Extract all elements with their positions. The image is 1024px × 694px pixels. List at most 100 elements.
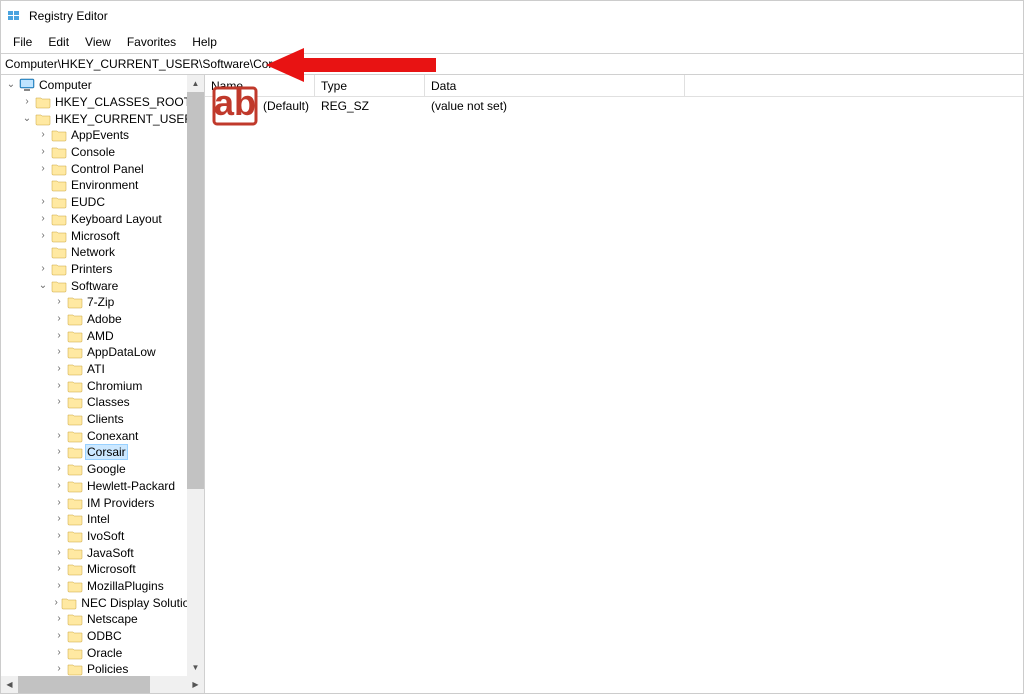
tree-node[interactable]: ›Oracle xyxy=(1,644,204,661)
tree-node[interactable]: › 7-Zip xyxy=(1,294,204,311)
chevron-right-icon[interactable]: › xyxy=(37,164,49,174)
menu-view[interactable]: View xyxy=(77,33,119,51)
tree-node[interactable]: ›Google xyxy=(1,461,204,478)
tree-vertical-scrollbar[interactable]: ▲ ▼ xyxy=(187,75,204,676)
column-header-type[interactable]: Type xyxy=(315,75,425,96)
tree-node[interactable]: ›NEC Display Solutions xyxy=(1,594,204,611)
menu-help[interactable]: Help xyxy=(184,33,225,51)
registry-tree[interactable]: ⌄Computer›HKEY_CLASSES_ROOT⌄HKEY_CURRENT… xyxy=(1,75,204,693)
tree-node[interactable]: ›JavaSoft xyxy=(1,544,204,561)
chevron-right-icon[interactable]: › xyxy=(37,197,49,207)
tree-node[interactable]: ⌄HKEY_CURRENT_USER xyxy=(1,110,204,127)
tree-node-label: Network xyxy=(69,245,117,259)
chevron-right-icon[interactable]: › xyxy=(53,447,65,457)
tree-node[interactable]: ›Keyboard Layout xyxy=(1,211,204,228)
tree-node[interactable]: ›Microsoft xyxy=(1,227,204,244)
address-input[interactable] xyxy=(1,54,1023,74)
tree-node[interactable]: ›AppDataLow xyxy=(1,344,204,361)
scroll-up-icon[interactable]: ▲ xyxy=(187,75,204,92)
address-bar xyxy=(1,53,1023,75)
tree-node[interactable]: ›Microsoft xyxy=(1,561,204,578)
chevron-right-icon[interactable]: › xyxy=(37,264,49,274)
scroll-down-icon[interactable]: ▼ xyxy=(187,659,204,676)
chevron-right-icon[interactable]: › xyxy=(53,531,65,541)
tree-node-label: Conexant xyxy=(85,429,140,443)
scroll-track[interactable] xyxy=(187,92,204,659)
chevron-right-icon[interactable]: › xyxy=(53,464,65,474)
chevron-right-icon[interactable]: › xyxy=(53,614,65,624)
tree-node-label: 7-Zip xyxy=(85,295,116,309)
tree-node[interactable]: ›AMD xyxy=(1,327,204,344)
chevron-right-icon[interactable]: › xyxy=(37,130,49,140)
tree-node[interactable]: ›Control Panel xyxy=(1,160,204,177)
chevron-right-icon[interactable]: › xyxy=(53,364,65,374)
tree-node-label: Software xyxy=(69,279,120,293)
tree-node[interactable]: ›IvoSoft xyxy=(1,528,204,545)
tree-node[interactable]: ›Adobe xyxy=(1,311,204,328)
tree-node[interactable]: › Netscape xyxy=(1,611,204,628)
tree-node[interactable]: ›Printers xyxy=(1,261,204,278)
tree-node[interactable]: ›ODBC xyxy=(1,628,204,645)
chevron-right-icon[interactable]: › xyxy=(53,514,65,524)
chevron-right-icon[interactable]: › xyxy=(53,581,65,591)
tree-node[interactable]: ›Clients xyxy=(1,411,204,428)
chevron-right-icon[interactable]: › xyxy=(21,97,33,107)
scroll-thumb[interactable] xyxy=(187,92,204,489)
tree-node[interactable]: ›EUDC xyxy=(1,194,204,211)
chevron-right-icon[interactable]: › xyxy=(53,297,65,307)
menu-favorites[interactable]: Favorites xyxy=(119,33,184,51)
tree-node[interactable]: ›Hewlett-Packard xyxy=(1,478,204,495)
tree-node[interactable]: ›ATI xyxy=(1,361,204,378)
scroll-track[interactable] xyxy=(18,676,187,693)
value-row[interactable]: ab(Default)REG_SZ(value not set) xyxy=(205,97,1023,115)
chevron-right-icon[interactable]: › xyxy=(37,231,49,241)
chevron-right-icon[interactable]: › xyxy=(37,147,49,157)
tree-node[interactable]: ›Environment xyxy=(1,177,204,194)
chevron-down-icon[interactable]: ⌄ xyxy=(37,281,49,291)
chevron-down-icon[interactable]: ⌄ xyxy=(5,80,17,90)
svg-text:ab: ab xyxy=(214,82,256,123)
column-header-data[interactable]: Data xyxy=(425,75,685,96)
chevron-right-icon[interactable]: › xyxy=(53,481,65,491)
chevron-right-icon[interactable]: › xyxy=(53,331,65,341)
tree-node[interactable]: ›Chromium xyxy=(1,377,204,394)
scroll-left-icon[interactable]: ◀ xyxy=(1,676,18,693)
tree-node[interactable]: ›IM Providers xyxy=(1,494,204,511)
tree-node[interactable]: ›Console xyxy=(1,144,204,161)
tree-node[interactable]: ›AppEvents xyxy=(1,127,204,144)
menu-edit[interactable]: Edit xyxy=(40,33,77,51)
chevron-right-icon[interactable]: › xyxy=(53,498,65,508)
tree-node[interactable]: › MozillaPlugins xyxy=(1,578,204,595)
tree-node[interactable]: › Conexant xyxy=(1,427,204,444)
tree-node[interactable]: ›Classes xyxy=(1,394,204,411)
chevron-right-icon[interactable]: › xyxy=(53,381,65,391)
chevron-right-icon[interactable]: › xyxy=(53,397,65,407)
values-list[interactable]: ab(Default)REG_SZ(value not set) xyxy=(205,97,1023,693)
menu-file[interactable]: File xyxy=(5,33,40,51)
tree-node[interactable]: ›Intel xyxy=(1,511,204,528)
chevron-right-icon[interactable]: › xyxy=(53,564,65,574)
values-header: NameTypeData xyxy=(205,75,1023,97)
tree-horizontal-scrollbar[interactable]: ◀ ▶ xyxy=(1,676,204,693)
chevron-right-icon[interactable]: › xyxy=(53,347,65,357)
tree-node[interactable]: ›Network xyxy=(1,244,204,261)
value-type: REG_SZ xyxy=(315,99,425,113)
chevron-right-icon[interactable]: › xyxy=(37,214,49,224)
tree-node-label: Clients xyxy=(85,412,126,426)
tree-node[interactable]: ⌄Computer xyxy=(1,77,204,94)
tree-node-label: Netscape xyxy=(85,612,140,626)
chevron-right-icon[interactable]: › xyxy=(53,648,65,658)
tree-node[interactable]: ⌄ Software xyxy=(1,277,204,294)
chevron-right-icon[interactable]: › xyxy=(53,631,65,641)
scroll-thumb[interactable] xyxy=(18,676,150,693)
chevron-right-icon[interactable]: › xyxy=(53,548,65,558)
chevron-right-icon[interactable]: › xyxy=(53,598,59,608)
chevron-right-icon[interactable]: › xyxy=(53,431,65,441)
tree-node-label: MozillaPlugins xyxy=(85,579,166,593)
tree-node[interactable]: ›HKEY_CLASSES_ROOT xyxy=(1,94,204,111)
chevron-right-icon[interactable]: › xyxy=(53,664,65,674)
tree-node[interactable]: ›Corsair xyxy=(1,444,204,461)
chevron-down-icon[interactable]: ⌄ xyxy=(21,114,33,124)
scroll-right-icon[interactable]: ▶ xyxy=(187,676,204,693)
chevron-right-icon[interactable]: › xyxy=(53,314,65,324)
